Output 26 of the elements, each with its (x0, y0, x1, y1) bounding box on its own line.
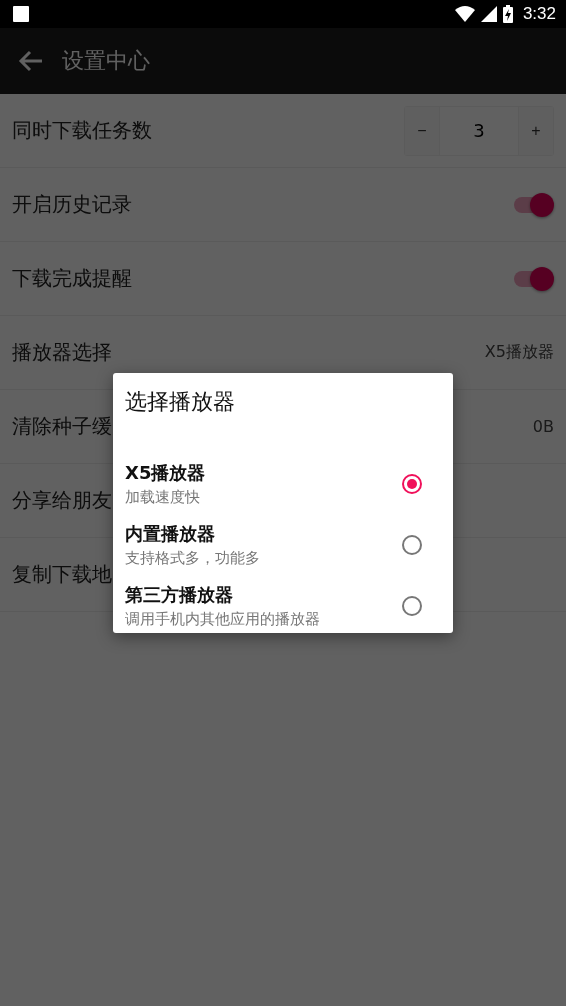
signal-icon (480, 6, 497, 22)
option-description: 支持格式多，功能多 (125, 548, 260, 568)
screen-title: 设置中心 (62, 47, 150, 75)
dialog-title: 选择播放器 (125, 388, 236, 416)
setting-label: 清除种子缓 (12, 413, 112, 440)
setting-label: 同时下载任务数 (12, 117, 152, 144)
option-title: 第三方播放器 (125, 582, 234, 607)
option-title: 内置播放器 (125, 521, 216, 546)
setting-label: 下载完成提醒 (12, 265, 132, 292)
radio-button[interactable] (402, 473, 422, 494)
status-time: 3:32 (522, 4, 556, 24)
setting-label: 分享给朋友 (12, 487, 112, 514)
setting-label: 播放器选择 (12, 339, 112, 366)
setting-value: 0B (532, 417, 554, 436)
option-description: 调用手机内其他应用的播放器 (125, 609, 320, 629)
option-title: X5播放器 (125, 460, 206, 485)
setting-value: X5播放器 (484, 342, 554, 363)
option-description: 加载速度快 (125, 487, 201, 507)
battery-charging-icon (502, 5, 513, 23)
wifi-icon (454, 6, 475, 22)
notification-square-icon (13, 6, 29, 22)
radio-button[interactable] (402, 534, 422, 555)
setting-label: 复制下载地 (12, 561, 112, 588)
back-arrow-icon[interactable] (18, 49, 44, 73)
setting-label: 开启历史记录 (12, 191, 132, 218)
radio-button[interactable] (402, 595, 422, 616)
